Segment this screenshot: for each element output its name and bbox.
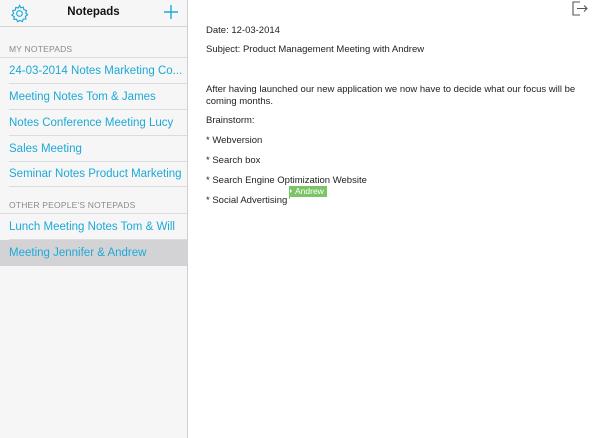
my-notepads-section-label: MY NOTEPADS xyxy=(9,44,73,54)
note-bullet: * Social Advertising xyxy=(206,195,288,206)
notepad-item-label: Seminar Notes Product Marketing xyxy=(9,168,182,180)
notepad-item[interactable]: Lunch Meeting Notes Tom & Will xyxy=(0,214,187,240)
notepad-item-label: Notes Conference Meeting Lucy xyxy=(9,117,174,129)
notepad-item-label: Lunch Meeting Notes Tom & Will xyxy=(9,221,175,233)
notepad-item[interactable]: Notes Conference Meeting Lucy xyxy=(0,110,187,136)
collaborator-name-tag: Andrew xyxy=(290,186,327,197)
exit-button[interactable] xyxy=(571,0,589,17)
notepad-item[interactable]: Meeting Notes Tom & James xyxy=(0,84,187,110)
note-paragraph: After having launched our new applicatio… xyxy=(206,84,576,107)
note-bullet: * Search Engine Optimization Website xyxy=(206,175,367,186)
sidebar: Notepads MY NOTEPADS 24-03-2014 Notes Ma… xyxy=(0,0,188,438)
other-notepads-section-label: OTHER PEOPLE'S NOTEPADS xyxy=(9,200,136,210)
note-date: Date: 12-03-2014 xyxy=(206,25,280,36)
note-bullet: * Webversion xyxy=(206,135,263,146)
notepad-item-label: Sales Meeting xyxy=(9,143,82,155)
note-brainstorm-heading: Brainstorm: xyxy=(206,115,255,126)
settings-button[interactable] xyxy=(10,4,29,23)
sidebar-title: Notepads xyxy=(67,6,120,18)
notepad-item-label: 24-03-2014 Notes Marketing Co... xyxy=(9,65,183,77)
notepad-item-selected[interactable]: Meeting Jennifer & Andrew xyxy=(0,240,187,266)
notepad-item[interactable]: Seminar Notes Product Marketing xyxy=(0,161,187,187)
note-bullet: * Search box xyxy=(206,155,261,166)
notepad-item[interactable]: Sales Meeting xyxy=(0,136,187,162)
plus-icon xyxy=(164,5,178,19)
note-subject: Subject: Product Management Meeting with… xyxy=(206,44,425,55)
notepad-item[interactable]: 24-03-2014 Notes Marketing Co... xyxy=(0,58,187,84)
notepad-item-label: Meeting Notes Tom & James xyxy=(9,91,156,103)
exit-icon xyxy=(572,1,588,16)
notepad-item-label: Meeting Jennifer & Andrew xyxy=(9,247,147,259)
gear-icon xyxy=(11,4,29,23)
sidebar-header: Notepads xyxy=(0,0,187,27)
add-notepad-button[interactable] xyxy=(163,3,179,21)
